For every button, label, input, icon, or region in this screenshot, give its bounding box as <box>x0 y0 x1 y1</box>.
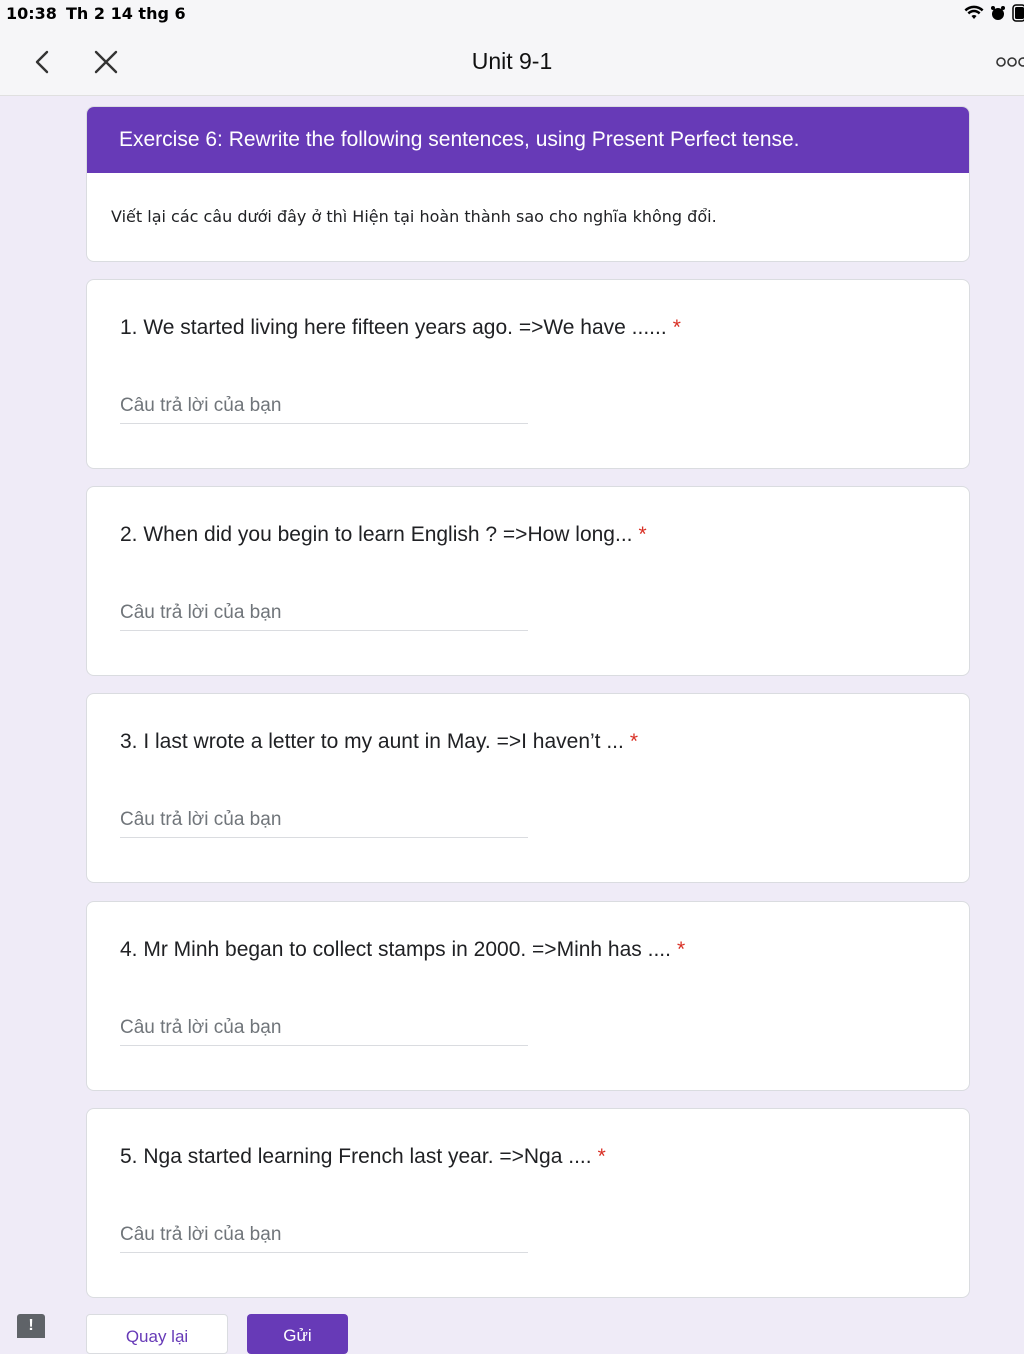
status-icons <box>964 4 1024 22</box>
answer-input-3[interactable] <box>120 802 528 838</box>
question-title: 5. Nga started learning French last year… <box>120 1145 606 1169</box>
nav-bar: Unit 9-1 <box>0 28 1024 96</box>
more-icon[interactable] <box>996 54 1024 70</box>
battery-icon <box>1012 4 1024 22</box>
status-bar: 10:38 Th 2 14 thg 6 <box>0 0 1024 28</box>
question-card-5: 5. Nga started learning French last year… <box>86 1108 970 1298</box>
back-button[interactable]: Quay lại <box>86 1314 228 1354</box>
answer-input-4[interactable] <box>120 1010 528 1046</box>
form-description: Viết lại các câu dưới đây ở thì Hiện tại… <box>111 207 717 226</box>
form-header-band: Exercise 6: Rewrite the following senten… <box>87 107 969 173</box>
question-text: 1. We started living here fifteen years … <box>120 316 667 339</box>
question-title: 2. When did you begin to learn English ?… <box>120 523 647 547</box>
form-title: Exercise 6: Rewrite the following senten… <box>119 128 800 151</box>
question-card-2: 2. When did you begin to learn English ?… <box>86 486 970 676</box>
question-card-4: 4. Mr Minh began to collect stamps in 20… <box>86 901 970 1091</box>
question-text: 3. I last wrote a letter to my aunt in M… <box>120 730 624 753</box>
submit-button[interactable]: Gửi <box>247 1314 348 1354</box>
required-asterisk: * <box>597 1145 606 1168</box>
question-title: 1. We started living here fifteen years … <box>120 316 681 340</box>
question-card-3: 3. I last wrote a letter to my aunt in M… <box>86 693 970 883</box>
question-text: 4. Mr Minh began to collect stamps in 20… <box>120 938 671 961</box>
wifi-icon <box>964 5 984 21</box>
alarm-icon <box>990 5 1006 21</box>
form-header-card: Exercise 6: Rewrite the following senten… <box>86 106 970 262</box>
page-title: Unit 9-1 <box>471 48 553 74</box>
question-text: 2. When did you begin to learn English ?… <box>120 523 633 546</box>
required-asterisk: * <box>676 938 686 961</box>
status-date: Th 2 14 thg 6 <box>66 4 186 23</box>
feedback-button[interactable]: ! <box>17 1314 45 1338</box>
answer-input-1[interactable] <box>120 388 528 424</box>
question-text: 5. Nga started learning French last year… <box>120 1145 592 1168</box>
required-asterisk: * <box>638 523 647 546</box>
question-title: 4. Mr Minh began to collect stamps in 20… <box>120 938 685 962</box>
answer-input-2[interactable] <box>120 595 528 631</box>
question-card-1: 1. We started living here fifteen years … <box>86 279 970 469</box>
required-asterisk: * <box>672 316 681 339</box>
required-asterisk: * <box>629 730 639 753</box>
status-time: 10:38 <box>6 4 57 23</box>
question-title: 3. I last wrote a letter to my aunt in M… <box>120 730 638 754</box>
answer-input-5[interactable] <box>120 1217 528 1253</box>
